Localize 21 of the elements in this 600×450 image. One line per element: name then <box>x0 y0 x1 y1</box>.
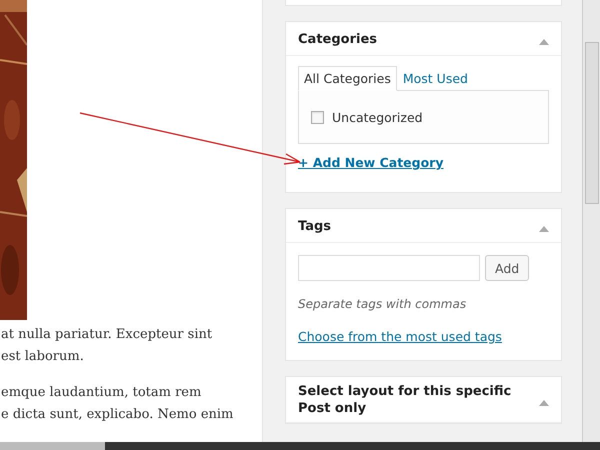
category-tab[interactable]: Most Used <box>396 66 474 91</box>
scrollbar[interactable] <box>582 0 600 442</box>
category-checkbox[interactable] <box>311 110 324 124</box>
horizontal-scrollbar[interactable] <box>0 442 600 450</box>
paragraph-line: est laborum. <box>1 348 85 366</box>
paragraph-line: at nulla pariatur. Excepteur sint <box>1 326 214 344</box>
paragraph-line: e dicta sunt, explicabo. Nemo enim <box>1 406 234 424</box>
add-category-link[interactable]: + Add New Category <box>298 155 444 170</box>
panel-title: Tags <box>298 218 332 234</box>
category-label: Uncategorized <box>332 110 423 124</box>
most-used-tags-link[interactable]: Choose from the most used tags <box>298 329 502 344</box>
panel-title: Select layout for this specific Post only <box>298 383 512 417</box>
collapse-arrow-icon[interactable] <box>539 38 549 44</box>
panel-title: Categories <box>298 30 378 48</box>
collapse-arrow-icon[interactable] <box>539 400 549 406</box>
category-tab[interactable]: All Categories <box>298 66 397 91</box>
tags-hint: Separate tags with commas <box>298 297 468 311</box>
collapse-arrow-icon[interactable] <box>539 226 549 232</box>
paragraph-line: emque laudantium, totam rem <box>1 384 202 402</box>
add-tag-button[interactable]: Add <box>485 255 530 281</box>
tag-input-field[interactable] <box>298 255 480 281</box>
